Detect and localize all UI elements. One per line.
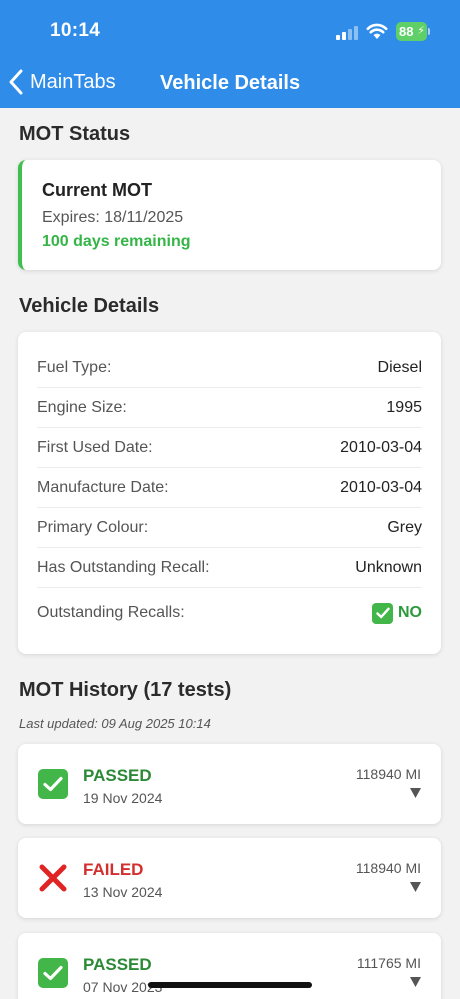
check-icon [38, 958, 68, 988]
app-header: 10:14 88 ⚡ MainTabs Vehicle Details [0, 0, 460, 108]
last-updated-text: Last updated: 09 Aug 2025 10:14 [19, 716, 211, 731]
detail-value: 2010-03-04 [340, 438, 422, 456]
test-mileage: 118940 MI [355, 766, 421, 782]
mot-days-remaining: 100 days remaining [42, 233, 191, 250]
back-button[interactable]: MainTabs [8, 66, 116, 98]
detail-row-primary-colour: Primary Colour: Grey [37, 508, 422, 548]
page-title: Vehicle Details [160, 72, 301, 94]
recall-status-value: NO [398, 604, 422, 621]
vehicle-details-card: Fuel Type: Diesel Engine Size: 1995 Firs… [18, 332, 441, 654]
test-date: 19 Nov 2024 [83, 790, 163, 806]
chevron-down-icon[interactable] [410, 788, 421, 798]
test-result: PASSED [83, 955, 152, 974]
back-label: MainTabs [30, 70, 116, 93]
chevron-down-icon[interactable] [410, 882, 421, 892]
battery-icon: 88 ⚡ [396, 22, 430, 41]
check-icon [372, 602, 393, 624]
mot-test-card[interactable]: PASSED 07 Nov 2023 111765 MI [18, 933, 441, 999]
detail-label: First Used Date: [37, 438, 153, 456]
detail-row-manufacture-date: Manufacture Date: 2010-03-04 [37, 468, 422, 508]
detail-value: Unknown [355, 558, 422, 576]
mot-test-card[interactable]: FAILED 13 Nov 2024 118940 MI [18, 838, 441, 918]
detail-label: Manufacture Date: [37, 478, 169, 496]
detail-label: Engine Size: [37, 398, 127, 416]
detail-row-engine-size: Engine Size: 1995 [37, 388, 422, 428]
detail-value: 2010-03-04 [340, 478, 422, 496]
detail-value: Diesel [377, 358, 422, 376]
test-mileage: 111765 MI [356, 955, 421, 971]
status-bar: 10:14 88 ⚡ [0, 18, 460, 46]
scroll-content[interactable]: MOT Status Current MOT Expires: 18/11/20… [0, 108, 460, 999]
cross-icon [38, 863, 68, 893]
cellular-signal-icon [336, 26, 358, 40]
detail-label: Outstanding Recalls: [37, 604, 185, 621]
recall-status: NO [372, 602, 422, 624]
battery-level: 88 [399, 24, 414, 39]
test-mileage: 118940 MI [355, 860, 421, 876]
mot-test-card[interactable]: PASSED 19 Nov 2024 118940 MI [18, 744, 441, 824]
check-icon [38, 769, 68, 799]
detail-label: Fuel Type: [37, 358, 112, 376]
wifi-icon [366, 23, 388, 39]
detail-row-first-used-date: First Used Date: 2010-03-04 [37, 428, 422, 468]
chevron-left-icon [9, 69, 23, 95]
detail-row-outstanding-recalls: Outstanding Recalls: NO [37, 588, 422, 638]
test-date: 13 Nov 2024 [83, 884, 163, 900]
detail-label: Primary Colour: [37, 518, 149, 536]
charging-bolt-icon: ⚡ [417, 25, 425, 37]
navigation-bar: MainTabs Vehicle Details [0, 64, 460, 100]
home-indicator[interactable] [148, 982, 312, 988]
vehicle-details-heading: Vehicle Details [19, 295, 160, 317]
test-result: FAILED [83, 860, 144, 879]
mot-history-heading: MOT History (17 tests) [19, 679, 232, 701]
detail-row-fuel-type: Fuel Type: Diesel [37, 348, 422, 388]
test-result: PASSED [83, 766, 152, 785]
detail-value: Grey [387, 518, 422, 536]
status-time: 10:14 [50, 20, 101, 41]
detail-label: Has Outstanding Recall: [37, 558, 210, 576]
mot-expiry-date: Expires: 18/11/2025 [42, 209, 184, 226]
current-mot-card: Current MOT Expires: 18/11/2025 100 days… [18, 160, 441, 270]
mot-card-title: Current MOT [42, 180, 152, 200]
detail-value: 1995 [386, 398, 422, 416]
chevron-down-icon[interactable] [410, 977, 421, 987]
mot-status-heading: MOT Status [19, 123, 131, 145]
detail-row-has-outstanding-recall: Has Outstanding Recall: Unknown [37, 548, 422, 588]
